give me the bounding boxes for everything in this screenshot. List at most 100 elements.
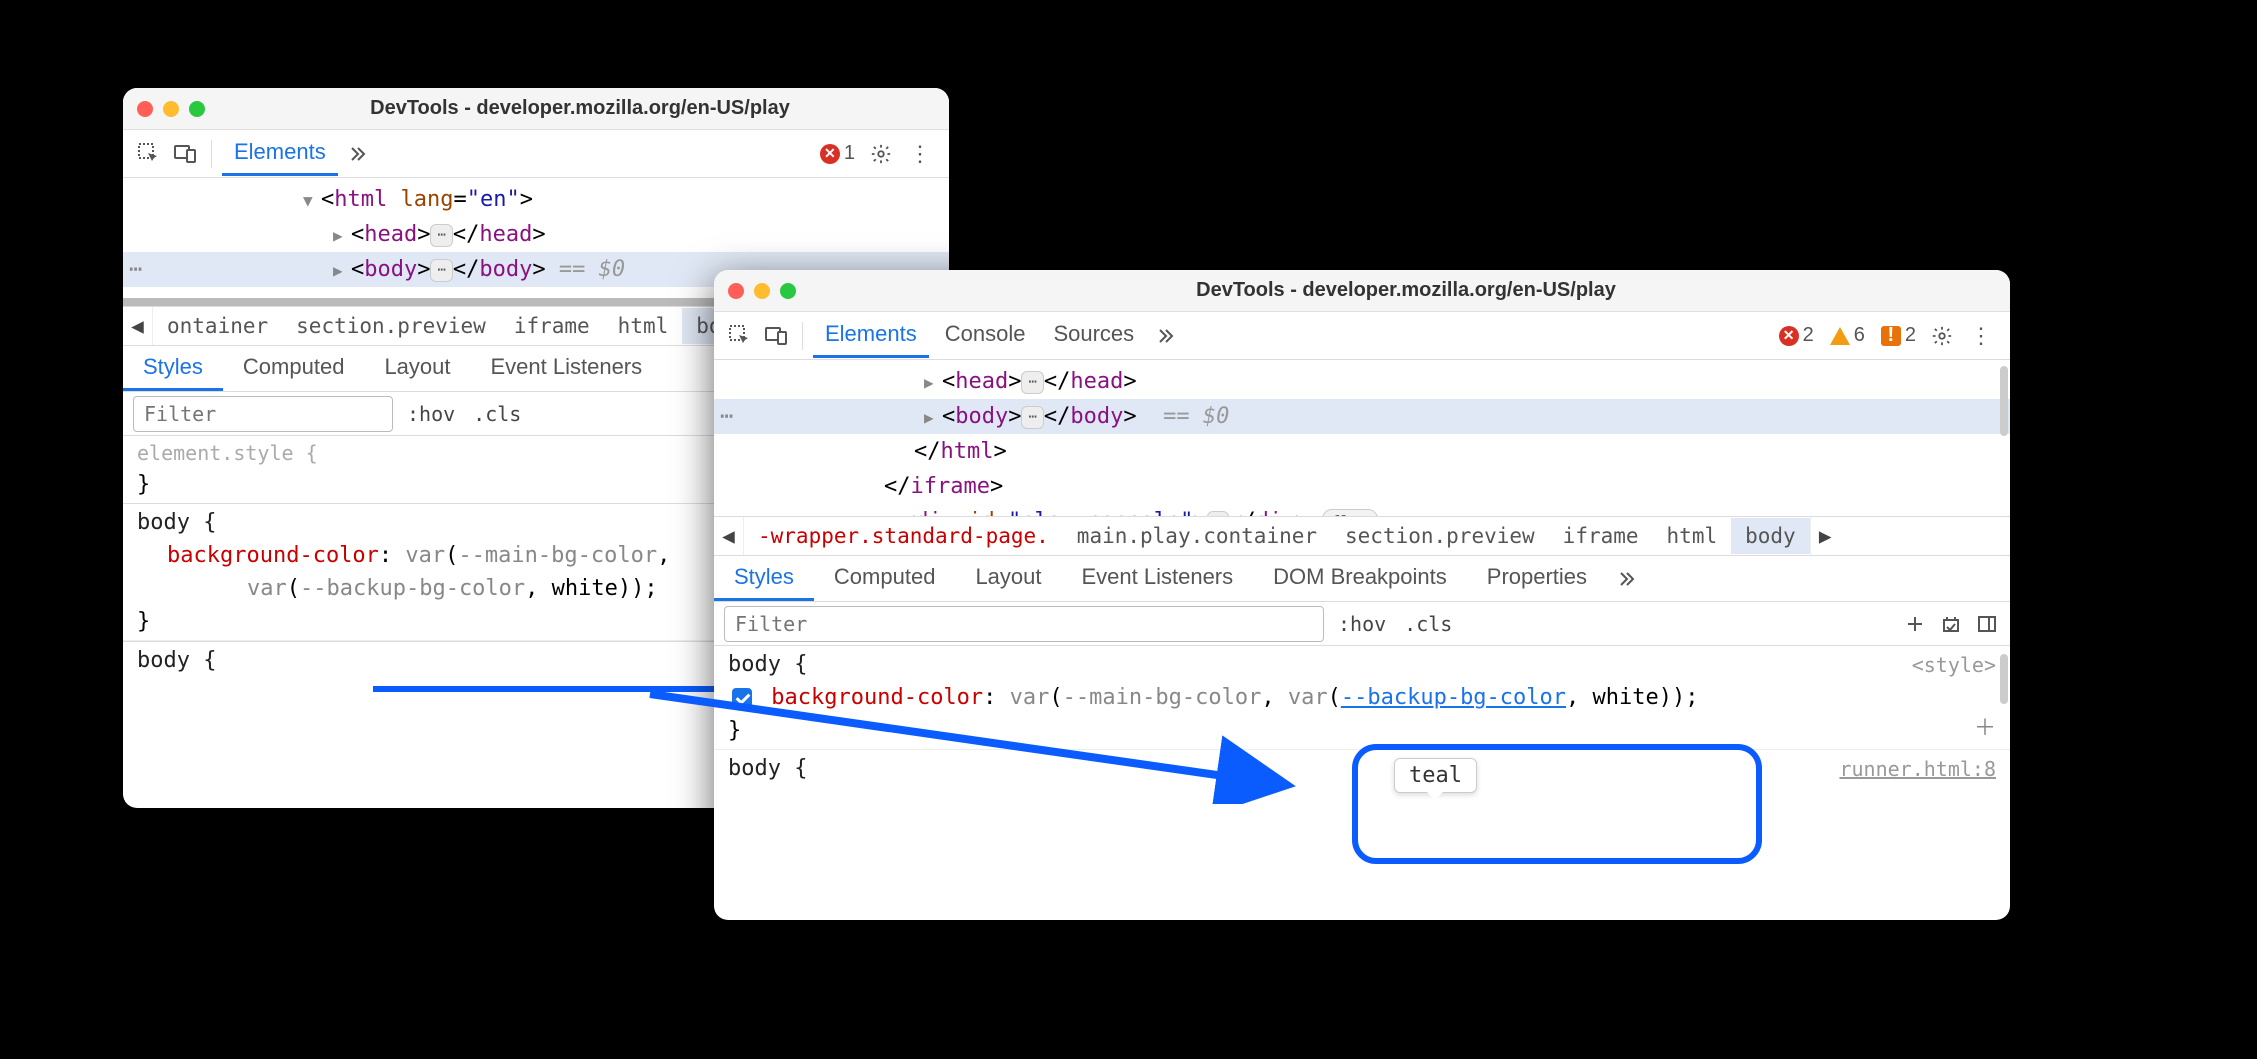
breadcrumb-scroll-left-icon[interactable]: ◀ [123,307,153,345]
rule-body-2[interactable]: runner.html:8 body { [714,750,2010,787]
toggle-sidebar-icon[interactable] [1974,611,2000,637]
tab-sources[interactable]: Sources [1041,313,1146,358]
settings-icon[interactable] [865,138,897,170]
ellipsis-chip[interactable]: ⋯ [430,224,452,247]
cls-toggle[interactable]: .cls [469,402,525,426]
add-property-icon[interactable]: ＋ [1974,712,1996,745]
error-count-badge[interactable]: ✕ 1 [814,142,861,165]
subtab-styles[interactable]: Styles [123,346,223,391]
inspect-element-icon[interactable] [133,138,165,170]
breadcrumb-iframe[interactable]: iframe [500,308,604,344]
breadcrumb-section-preview[interactable]: section.preview [282,308,500,344]
rule-selector-2: body { [728,752,1996,785]
device-toolbar-icon[interactable] [760,320,792,352]
window-zoom-button[interactable] [780,283,796,299]
computed-styles-icon[interactable] [1938,611,1964,637]
styles-filter-input[interactable] [133,396,393,432]
css-fallback-white[interactable]: white [552,576,618,601]
settings-icon[interactable] [1926,320,1958,352]
rule-body-1[interactable]: <style> body { background-color: var(--m… [714,646,2010,750]
ellipsis-chip[interactable]: ⋯ [1021,371,1043,394]
vertical-scrollbar[interactable] [2000,654,2008,704]
breadcrumb-wrapper[interactable]: -wrapper.standard-page. [744,518,1063,554]
toolbar-separator [211,140,212,168]
warning-count-badge[interactable]: 6 [1824,324,1871,347]
window-zoom-button[interactable] [189,101,205,117]
tab-console[interactable]: Console [933,313,1038,358]
error-count-badge[interactable]: ✕2 [1773,324,1820,347]
subtab-event-listeners[interactable]: Event Listeners [1062,556,1254,601]
device-toolbar-icon[interactable] [169,138,201,170]
hov-toggle[interactable]: :hov [1334,612,1390,636]
tab-elements[interactable]: Elements [222,131,338,176]
css-property-name[interactable]: background-color [771,685,983,710]
rule-close: } [728,714,1996,747]
breadcrumb-html[interactable]: html [604,308,683,344]
styles-toolbar: :hov .cls [714,602,2010,646]
css-var-backup[interactable]: --backup-bg-color [300,576,525,601]
overflow-dots-icon[interactable]: ⋯ [720,400,733,433]
tab-elements[interactable]: Elements [813,313,929,358]
subtab-styles[interactable]: Styles [714,556,814,601]
inspect-element-icon[interactable] [724,320,756,352]
window-close-button[interactable] [728,283,744,299]
window-minimize-button[interactable] [754,283,770,299]
window-minimize-button[interactable] [163,101,179,117]
css-var-main[interactable]: --main-bg-color [458,543,657,568]
traffic-lights [137,101,205,117]
css-fallback-white[interactable]: white [1593,685,1659,710]
styles-rules-pane[interactable]: <style> body { background-color: var(--m… [714,646,2010,920]
source-link-style[interactable]: <style> [1912,650,1996,680]
kebab-menu-icon[interactable]: ⋮ [901,141,939,167]
subtab-layout[interactable]: Layout [955,556,1061,601]
subtab-dom-breakpoints[interactable]: DOM Breakpoints [1253,556,1467,601]
more-tabs-icon[interactable] [1150,320,1182,352]
traffic-lights [728,283,796,299]
breadcrumb-scroll-right-icon[interactable]: ▶ [1810,517,1840,555]
property-enabled-checkbox[interactable] [732,688,752,708]
info-icon: ! [1881,326,1901,346]
overflow-dots-icon[interactable]: ⋯ [129,253,142,286]
window-title: DevTools - developer.mozilla.org/en-US/p… [816,279,1996,302]
css-var-backup-link[interactable]: --backup-bg-color [1341,685,1566,710]
breadcrumb-body[interactable]: body [1731,518,1810,554]
info-count-badge[interactable]: !2 [1875,324,1922,347]
styles-filter-input[interactable] [724,606,1324,642]
breadcrumb-iframe[interactable]: iframe [1549,518,1653,554]
css-property-name[interactable]: background-color [167,543,379,568]
info-count: 2 [1905,324,1916,347]
error-count: 2 [1803,324,1814,347]
var-value-tooltip: teal [1394,758,1477,793]
error-count: 1 [844,142,855,165]
dom-tree-panel[interactable]: ▶<head>⋯</head> ⋯▶<body>⋯</body> == $0 <… [714,360,2010,516]
subtab-computed[interactable]: Computed [814,556,956,601]
breadcrumb-main[interactable]: main.play.container [1063,518,1331,554]
breadcrumb-scroll-left-icon[interactable]: ◀ [714,517,744,555]
titlebar: DevTools - developer.mozilla.org/en-US/p… [123,88,949,130]
more-tabs-icon[interactable] [342,138,374,170]
subtab-layout[interactable]: Layout [364,346,470,391]
window-close-button[interactable] [137,101,153,117]
devtools-window-2: DevTools - developer.mozilla.org/en-US/p… [714,270,2010,920]
window-title: DevTools - developer.mozilla.org/en-US/p… [225,97,935,120]
css-var-main[interactable]: --main-bg-color [1063,685,1262,710]
subtab-properties[interactable]: Properties [1467,556,1607,601]
breadcrumb-section-preview[interactable]: section.preview [1331,518,1549,554]
vertical-scrollbar[interactable] [2000,366,2008,436]
subtab-event-listeners[interactable]: Event Listeners [471,346,663,391]
more-subtabs-icon[interactable] [1611,563,1643,595]
kebab-menu-icon[interactable]: ⋮ [1962,323,2000,349]
ellipsis-chip[interactable]: ⋯ [430,259,452,282]
source-link-runner[interactable]: runner.html:8 [1839,754,1996,784]
add-style-rule-icon[interactable] [1902,611,1928,637]
hov-toggle[interactable]: :hov [403,402,459,426]
breadcrumb-container[interactable]: ontainer [153,308,282,344]
ellipsis-chip[interactable]: ⋯ [1021,406,1043,429]
subtab-computed[interactable]: Computed [223,346,365,391]
dom-selected-body[interactable]: ⋯▶<body>⋯</body> == $0 [714,399,2010,434]
styles-subtabs: Styles Computed Layout Event Listeners D… [714,556,2010,602]
flex-chip[interactable]: flex [1322,509,1379,516]
breadcrumb-html[interactable]: html [1653,518,1732,554]
main-toolbar: Elements Console Sources ✕2 6 !2 ⋮ [714,312,2010,360]
cls-toggle[interactable]: .cls [1400,612,1456,636]
